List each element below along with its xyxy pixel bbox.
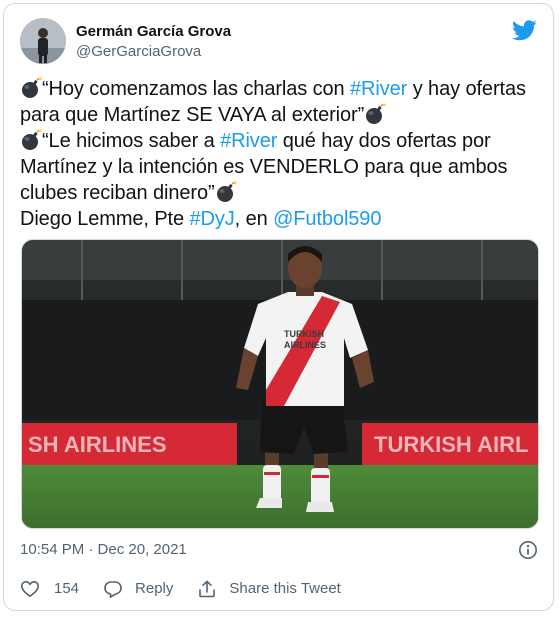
mention-link[interactable]: @Futbol590	[273, 208, 381, 230]
hashtag-link[interactable]: #DyJ	[190, 208, 235, 230]
reply-label: Reply	[135, 580, 174, 597]
tweet-text-segment: clubes reciban dinero”	[20, 182, 215, 204]
tweet-text-segment: qué hay dos ofertas por	[277, 130, 491, 152]
led-board-right: TURKISH AIRL	[374, 432, 528, 457]
tweet-text-segment: Diego Lemme, Pte	[20, 208, 190, 230]
bomb-emoji	[22, 129, 42, 150]
tweet-line: “Le hicimos saber a #River qué hay dos o…	[20, 128, 540, 154]
tweet-text-segment: “Hoy comenzamos las charlas con	[42, 78, 351, 100]
tweet-media-photo[interactable]: SH AIRLINES TURKISH AIRL TURKISH AIRLINE…	[21, 239, 539, 529]
tweet-text-segment: y hay ofertas	[407, 78, 526, 100]
tweet-line: para que Martínez SE VAYA al exterior”	[20, 102, 540, 128]
tweet-text-segment: para que Martínez SE VAYA al exterior”	[20, 104, 365, 126]
tweet-line: clubes reciban dinero”	[20, 180, 540, 206]
reply-icon	[104, 581, 122, 598]
tweet-meta: 10:54 PM · Dec 20, 2021	[20, 540, 540, 560]
hashtag-link[interactable]: #River	[220, 130, 277, 152]
like-count: 154	[54, 580, 80, 597]
tweet-line: Diego Lemme, Pte #DyJ, en @Futbol590	[20, 206, 540, 232]
share-icon	[199, 580, 216, 598]
tweet-card[interactable]: Germán García Grova @GerGarciaGrova “Hoy…	[3, 3, 554, 611]
tweet-text: “Hoy comenzamos las charlas con #River y…	[20, 76, 540, 232]
jersey-sponsor-line1: TURKISH	[284, 329, 324, 339]
bomb-emoji	[366, 103, 386, 124]
hashtag-link[interactable]: #River	[350, 78, 407, 100]
tweet-actions: 154 Reply Share this Tweet	[20, 578, 365, 600]
tweet-line: “Hoy comenzamos las charlas con #River y…	[20, 76, 540, 102]
like-button[interactable]: 154	[20, 579, 79, 599]
share-button[interactable]: Share this Tweet	[197, 579, 341, 599]
tweet-text-segment: “Le hicimos saber a	[42, 130, 221, 152]
heart-icon	[21, 581, 39, 597]
info-icon[interactable]	[518, 540, 538, 560]
bomb-emoji	[216, 181, 237, 202]
share-label: Share this Tweet	[229, 580, 341, 597]
avatar[interactable]	[20, 18, 66, 64]
tweet-header: Germán García Grova @GerGarciaGrova	[20, 18, 539, 66]
author-handle[interactable]: @GerGarciaGrova	[76, 42, 231, 62]
jersey-sponsor-line2: AIRLINES	[284, 340, 326, 350]
reply-button[interactable]: Reply	[103, 579, 173, 599]
twitter-bird-icon[interactable]	[512, 20, 537, 41]
tweet-text-segment: , en	[234, 208, 274, 230]
led-board-left: SH AIRLINES	[28, 432, 167, 457]
tweet-timestamp[interactable]: 10:54 PM · Dec 20, 2021	[20, 541, 187, 558]
tweet-line: Martínez y la intención es VENDERLO para…	[20, 154, 540, 180]
author-name[interactable]: Germán García Grova	[76, 22, 231, 42]
tweet-text-segment: Martínez y la intención es VENDERLO para…	[20, 156, 508, 178]
bomb-emoji	[22, 77, 42, 98]
